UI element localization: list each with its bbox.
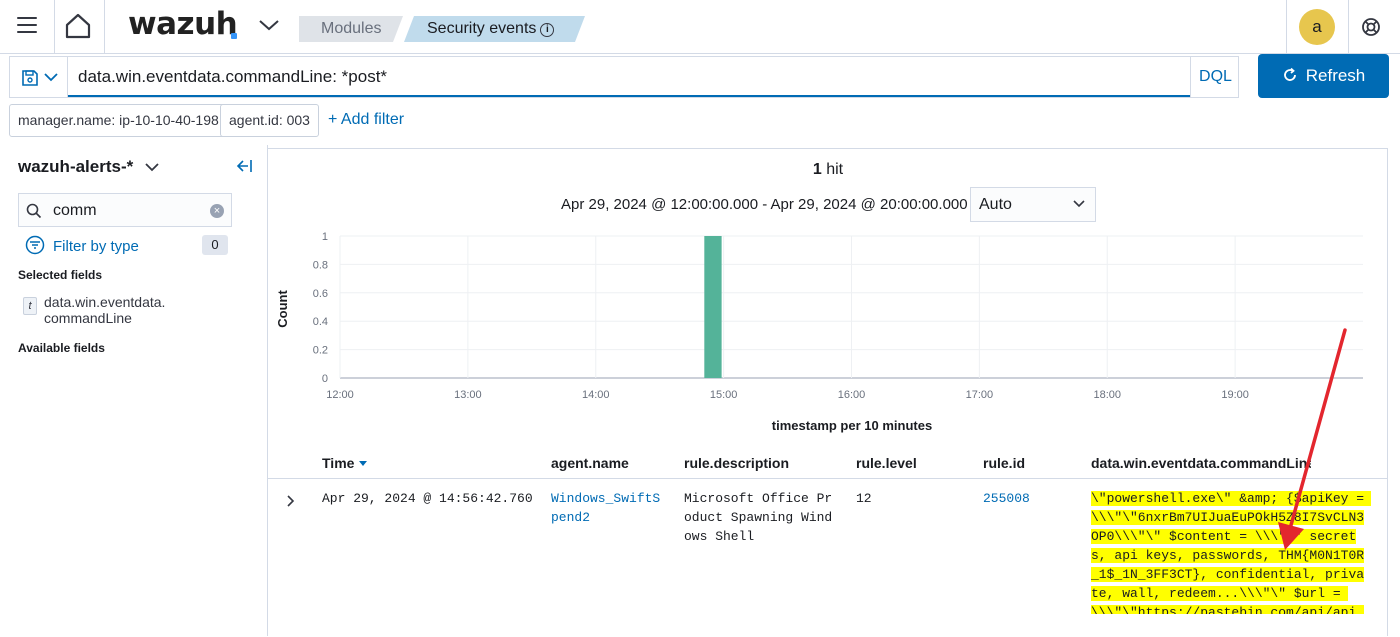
nav-divider [1286, 0, 1287, 54]
hits-count: 1 [812, 161, 822, 178]
x-tick-label: 12:00 [326, 389, 354, 401]
y-tick-label: 0.4 [313, 316, 328, 328]
query-bar: data.win.eventdata.commandLine: *post* D… [9, 56, 1239, 98]
help-lifebuoy-icon[interactable] [1361, 17, 1381, 37]
column-header-agent[interactable]: agent.name [551, 455, 629, 471]
save-icon [22, 70, 38, 86]
column-header-time[interactable]: Time [322, 455, 368, 471]
chevron-down-icon [1073, 200, 1085, 208]
table-row: Apr 29, 2024 @ 14:56:42.760 Windows_Swif… [268, 480, 1388, 637]
field-search-value: comm [53, 202, 97, 219]
add-filter-button[interactable]: + Add filter [328, 111, 404, 129]
chevron-right-icon[interactable] [287, 495, 295, 507]
filter-pill-manager[interactable]: manager.name: ip-10-10-40-198 [9, 104, 228, 137]
y-tick-label: 0 [322, 373, 328, 385]
x-tick-label: 14:00 [582, 389, 610, 401]
histogram-chart: Count timestamp per 10 minutes 0 0.2 0.4 0.… [275, 231, 1363, 433]
filter-by-type-label: Filter by type [53, 238, 139, 255]
string-type-icon: t [23, 297, 37, 315]
y-tick-label: 1 [322, 231, 328, 243]
time-range: Apr 29, 2024 @ 12:00:00.000 - Apr 29, 20… [561, 196, 968, 213]
logo-dot [231, 33, 237, 39]
available-fields-title: Available fields [18, 341, 105, 355]
filter-count-badge: 0 [202, 235, 228, 255]
menu-icon[interactable] [17, 17, 37, 35]
chevron-down-icon[interactable] [145, 163, 159, 172]
filter-pill-agent[interactable]: agent.id: 003 [220, 104, 319, 137]
cell-rule-description: Microsoft Office Product Spawning Window… [684, 491, 833, 544]
nav-divider [54, 0, 55, 54]
search-icon [26, 203, 42, 219]
chevron-down-icon [44, 73, 58, 82]
hits-summary: 1 hit [268, 161, 1388, 179]
y-tick-label: 0.8 [313, 259, 328, 271]
refresh-button[interactable]: Refresh [1258, 54, 1389, 98]
x-tick-label: 18:00 [1093, 389, 1121, 401]
query-language-button[interactable]: DQL [1190, 57, 1240, 97]
breadcrumb-modules[interactable]: Modules [299, 16, 403, 42]
index-pattern-selector[interactable]: wazuh-alerts-* [18, 157, 133, 177]
user-avatar[interactable]: a [1299, 9, 1335, 45]
refresh-icon [1283, 67, 1296, 81]
table-header: Time agent.name rule.description rule.le… [268, 451, 1388, 479]
column-header-level[interactable]: rule.level [856, 455, 917, 471]
interval-value: Auto [979, 196, 1012, 213]
field-search-input[interactable]: comm × [18, 193, 232, 227]
x-tick-label: 19:00 [1221, 389, 1249, 401]
saved-query-button[interactable] [10, 57, 68, 97]
refresh-label: Refresh [1305, 66, 1366, 85]
home-icon[interactable] [64, 13, 92, 39]
query-input[interactable]: data.win.eventdata.commandLine: *post* [68, 57, 1190, 97]
cell-rule-id[interactable]: 255008 [983, 489, 1030, 508]
column-header-rule-id[interactable]: rule.id [983, 455, 1025, 471]
nav-divider [104, 0, 105, 54]
x-tick-label: 16:00 [838, 389, 866, 401]
selected-field-item[interactable]: data.win.eventdata.commandLine [44, 294, 166, 326]
results-panel: 1 hit Apr 29, 2024 @ 12:00:00.000 - Apr … [268, 148, 1388, 636]
chevron-down-icon[interactable] [258, 18, 280, 32]
histogram-bar [704, 236, 722, 378]
y-tick-label: 0.6 [313, 288, 328, 300]
cell-rule-level: 12 [856, 491, 872, 506]
clear-search-icon[interactable]: × [210, 204, 224, 218]
hits-label: hit [826, 161, 844, 178]
cell-agent-name[interactable]: Windows_SwiftSpend2 [551, 489, 666, 527]
column-time-label: Time [322, 455, 355, 471]
top-nav: wazuh Modules Security events i a [0, 0, 1400, 54]
collapse-sidebar-icon[interactable] [236, 159, 254, 173]
cell-time: Apr 29, 2024 @ 14:56:42.760 [322, 491, 533, 506]
nav-divider [1348, 0, 1349, 54]
info-icon[interactable]: i [540, 23, 554, 37]
breadcrumb-label: Security events [427, 20, 537, 37]
field-sidebar: wazuh-alerts-* comm × Filter by type 0 S… [0, 145, 268, 636]
column-header-description[interactable]: rule.description [684, 455, 789, 471]
x-tick-label: 13:00 [454, 389, 482, 401]
breadcrumb-security-events[interactable]: Security events i [404, 16, 585, 42]
y-tick-label: 0.2 [313, 345, 328, 357]
filter-by-type-button[interactable]: Filter by type [25, 235, 139, 255]
selected-fields-title: Selected fields [18, 268, 103, 282]
y-axis-label: Count [275, 290, 290, 328]
x-tick-label: 17:00 [966, 389, 994, 401]
filter-icon [25, 235, 45, 255]
x-tick-label: 15:00 [710, 389, 738, 401]
interval-select[interactable]: Auto [970, 187, 1096, 222]
wazuh-logo[interactable]: wazuh [128, 6, 238, 42]
sort-desc-icon[interactable] [359, 461, 368, 466]
red-annotation-arrow [1278, 328, 1347, 550]
x-axis-label: timestamp per 10 minutes [772, 418, 932, 433]
